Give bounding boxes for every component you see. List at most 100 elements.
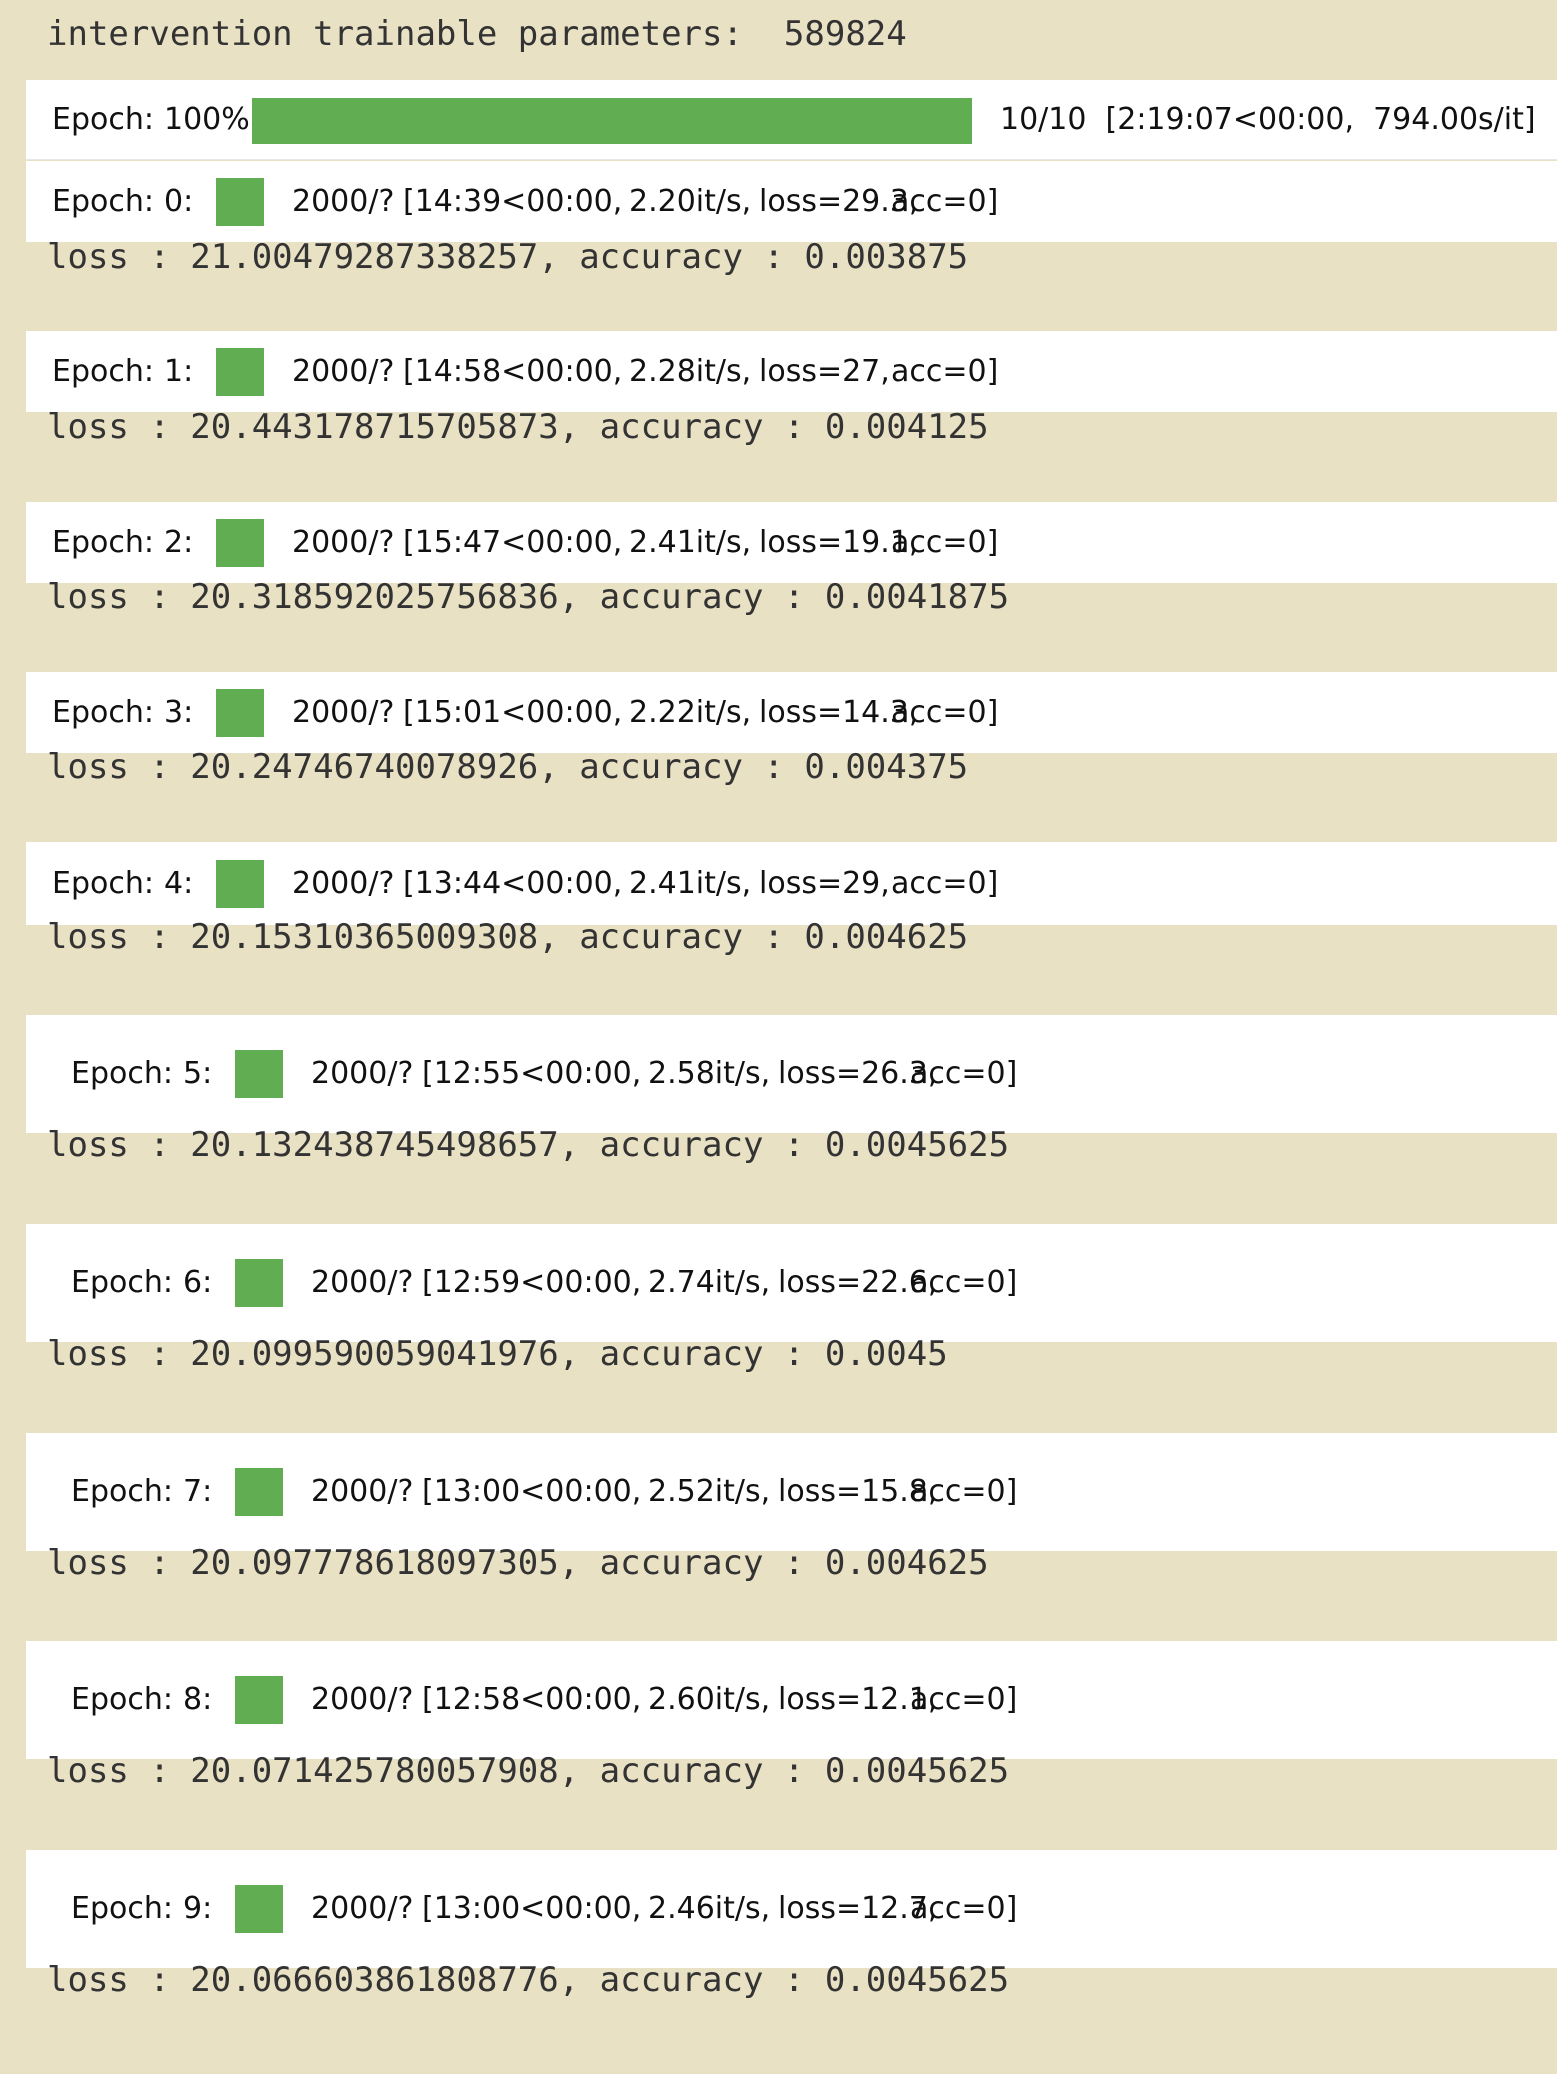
epoch-acc: acc=0] [891, 695, 999, 730]
epoch-num: 3: [164, 695, 194, 730]
epoch-rate: 2.60it/s, [648, 1682, 771, 1717]
epoch-label: Epoch: [71, 1056, 173, 1091]
epoch-progress-block [216, 178, 264, 226]
epoch-num: 8: [183, 1682, 213, 1717]
epoch-timing: [13:44<00:00, [403, 866, 623, 901]
epoch-count: 2000/? [311, 1265, 414, 1300]
epoch-acc: acc=0] [910, 1682, 1018, 1717]
epoch-result-line: loss : 20.24746740078926, accuracy : 0.0… [47, 747, 969, 787]
epoch-progress-widget: Epoch: 9: 2000/? [13:00<00:00, 2.46it/s, loss… [26, 1850, 1557, 1968]
epoch-result-line: loss : 20.15310365009308, accuracy : 0.0… [47, 917, 969, 957]
epoch-progress-block [235, 1885, 283, 1933]
epoch-num: 4: [164, 866, 194, 901]
epoch-progress-block [216, 348, 264, 396]
epoch-progress-block [216, 860, 264, 908]
epoch-label: Epoch: [52, 354, 154, 389]
epoch-result-line: loss : 20.443178715705873, accuracy : 0.… [47, 407, 989, 447]
epoch-timing: [13:00<00:00, [422, 1891, 642, 1926]
epoch-progress-block [216, 519, 264, 567]
epoch-rate: 2.74it/s, [648, 1265, 771, 1300]
epoch-progress-block [216, 689, 264, 737]
epoch-timing: [13:00<00:00, [422, 1474, 642, 1509]
epoch-num: 1: [164, 354, 194, 389]
epoch-num: 2: [164, 525, 194, 560]
epoch-result-line: loss : 20.099590059041976, accuracy : 0.… [47, 1334, 948, 1374]
epoch-rate: 2.41it/s, [629, 866, 752, 901]
epoch-progress-block [235, 1676, 283, 1724]
epoch-rate: 2.41it/s, [629, 525, 752, 560]
epoch-acc: acc=0] [910, 1265, 1018, 1300]
trainable-parameters-line: intervention trainable parameters: 58982… [47, 14, 907, 54]
epoch-label: Epoch: [71, 1474, 173, 1509]
epoch-progress-widget: Epoch: 0: 2000/? [14:39<00:00, 2.20it/s, loss… [26, 161, 1557, 242]
epoch-result-line: loss : 21.00479287338257, accuracy : 0.0… [47, 237, 969, 277]
epoch-rate: 2.20it/s, [629, 184, 752, 219]
epoch-timing: [14:58<00:00, [403, 354, 623, 389]
epoch-timing: [12:55<00:00, [422, 1056, 642, 1091]
epoch-progress-widget: Epoch: 5: 2000/? [12:55<00:00, 2.58it/s, loss… [26, 1015, 1557, 1133]
overall-epoch-label: Epoch: [52, 102, 154, 137]
epoch-timing: [14:39<00:00, [403, 184, 623, 219]
epoch-rate: 2.22it/s, [629, 695, 752, 730]
overall-status: 10/10 [2:19:07<00:00, 794.00s/it] [1000, 102, 1536, 137]
epoch-count: 2000/? [311, 1891, 414, 1926]
epoch-num: 9: [183, 1891, 213, 1926]
epoch-progress-widget: Epoch: 3: 2000/? [15:01<00:00, 2.22it/s, loss… [26, 672, 1557, 753]
epoch-result-line: loss : 20.071425780057908, accuracy : 0.… [47, 1751, 1010, 1791]
epoch-count: 2000/? [292, 354, 395, 389]
epoch-count: 2000/? [311, 1474, 414, 1509]
epoch-acc: acc=0] [910, 1891, 1018, 1926]
epoch-acc: acc=0] [910, 1056, 1018, 1091]
epoch-progress-block [235, 1259, 283, 1307]
epoch-count: 2000/? [292, 866, 395, 901]
divider [26, 159, 1557, 160]
epoch-timing: [15:47<00:00, [403, 525, 623, 560]
epoch-rate: 2.28it/s, [629, 354, 752, 389]
epoch-result-line: loss : 20.318592025756836, accuracy : 0.… [47, 577, 1010, 617]
epoch-label: Epoch: [71, 1891, 173, 1926]
epoch-num: 6: [183, 1265, 213, 1300]
epoch-label: Epoch: [52, 695, 154, 730]
epoch-acc: acc=0] [891, 184, 999, 219]
notebook-output: { "header": { "text": "intervention trai… [0, 0, 1557, 2074]
epoch-count: 2000/? [311, 1682, 414, 1717]
epoch-num: 7: [183, 1474, 213, 1509]
epoch-progress-widget: Epoch: 2: 2000/? [15:47<00:00, 2.41it/s, loss… [26, 502, 1557, 583]
epoch-timing: [12:58<00:00, [422, 1682, 642, 1717]
overall-percent: 100% [164, 102, 250, 137]
epoch-result-line: loss : 20.066603861808776, accuracy : 0.… [47, 1960, 1010, 2000]
epoch-loss: loss=29, [759, 866, 890, 901]
epoch-timing: [12:59<00:00, [422, 1265, 642, 1300]
epoch-num: 5: [183, 1056, 213, 1091]
epoch-rate: 2.52it/s, [648, 1474, 771, 1509]
epoch-label: Epoch: [71, 1682, 173, 1717]
overall-progress-bar [252, 98, 972, 144]
epoch-label: Epoch: [52, 525, 154, 560]
epoch-count: 2000/? [292, 695, 395, 730]
epoch-label: Epoch: [52, 866, 154, 901]
epoch-count: 2000/? [292, 184, 395, 219]
epoch-result-line: loss : 20.132438745498657, accuracy : 0.… [47, 1125, 1010, 1165]
overall-progress-widget: Epoch: 100% 10/10 [2:19:07<00:00, 794.00… [26, 80, 1557, 160]
epoch-progress-widget: Epoch: 4: 2000/? [13:44<00:00, 2.41it/s, loss… [26, 842, 1557, 925]
epoch-loss: loss=27, [759, 354, 890, 389]
epoch-count: 2000/? [311, 1056, 414, 1091]
epoch-num: 0: [164, 184, 194, 219]
epoch-acc: acc=0] [910, 1474, 1018, 1509]
epoch-label: Epoch: [71, 1265, 173, 1300]
epoch-acc: acc=0] [891, 354, 999, 389]
epoch-progress-widget: Epoch: 6: 2000/? [12:59<00:00, 2.74it/s, loss… [26, 1224, 1557, 1342]
epoch-timing: [15:01<00:00, [403, 695, 623, 730]
epoch-rate: 2.46it/s, [648, 1891, 771, 1926]
epoch-count: 2000/? [292, 525, 395, 560]
epoch-progress-block [235, 1468, 283, 1516]
epoch-label: Epoch: [52, 184, 154, 219]
epoch-rate: 2.58it/s, [648, 1056, 771, 1091]
epoch-acc: acc=0] [891, 866, 999, 901]
epoch-acc: acc=0] [891, 525, 999, 560]
epoch-result-line: loss : 20.097778618097305, accuracy : 0.… [47, 1543, 989, 1583]
epoch-progress-widget: Epoch: 8: 2000/? [12:58<00:00, 2.60it/s, loss… [26, 1641, 1557, 1759]
epoch-progress-block [235, 1050, 283, 1098]
epoch-progress-widget: Epoch: 1: 2000/? [14:58<00:00, 2.28it/s, loss… [26, 331, 1557, 412]
epoch-progress-widget: Epoch: 7: 2000/? [13:00<00:00, 2.52it/s, loss… [26, 1433, 1557, 1551]
